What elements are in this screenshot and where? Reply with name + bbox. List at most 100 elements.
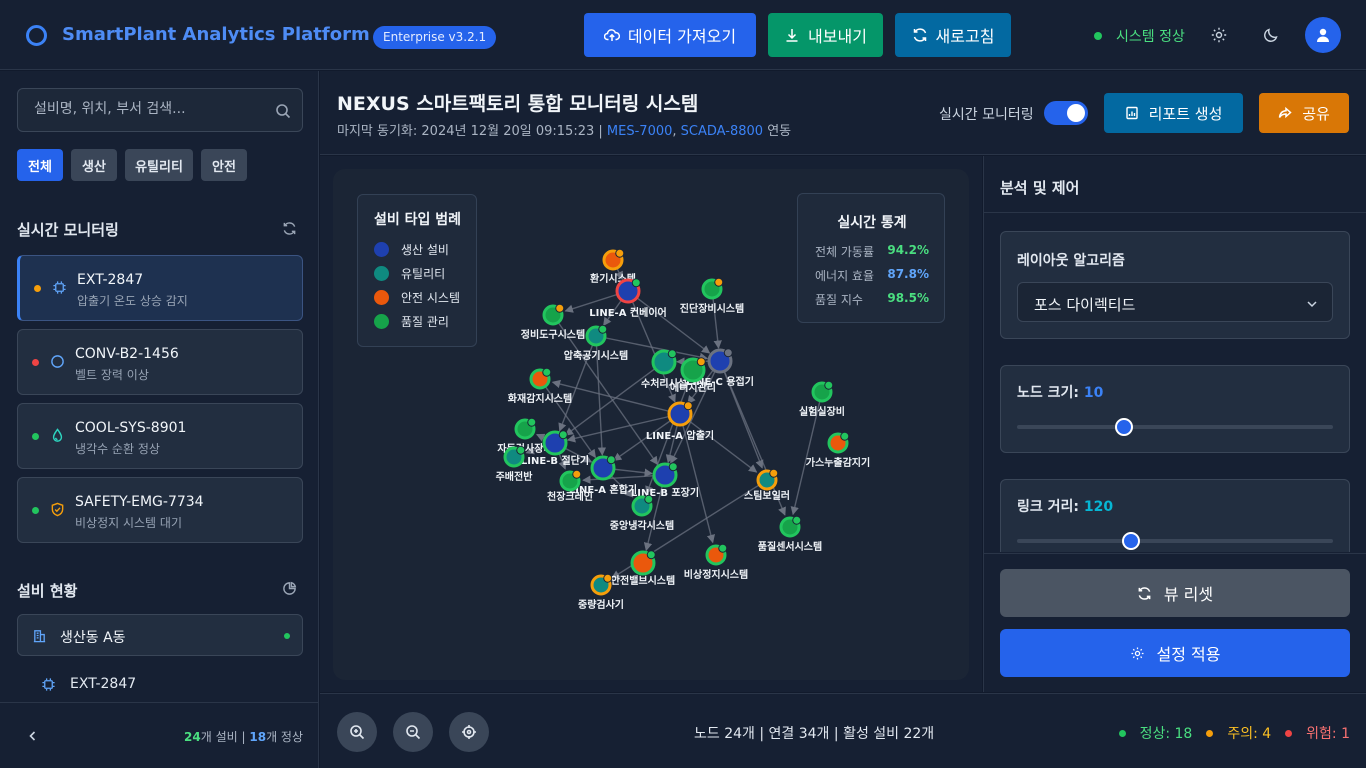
center-view-button[interactable] [449,712,489,752]
filter-chip-all[interactable]: 전체 [17,149,63,181]
stat-row: 품질 지수 98.5% [815,291,929,308]
legend-swatch [374,242,389,257]
total-unit: 개 설비 [200,730,238,744]
pie-chart-icon[interactable] [282,581,297,596]
share-icon [1278,106,1292,119]
refresh-button[interactable]: 새로고침 [895,13,1011,57]
alert-name: COOL-SYS-8901 [75,420,187,436]
node-status-badge [615,248,625,258]
facility-item[interactable]: EXT-2847 [17,671,303,699]
graph-node[interactable]: 중앙냉각시스템 [610,494,674,532]
filter-chip-utility[interactable]: 유틸리티 [125,149,193,181]
avatar[interactable] [1305,17,1341,53]
export-button[interactable]: 내보내기 [768,13,883,57]
graph-node[interactable]: 가스누출감지기 [806,431,870,469]
facility-group[interactable]: 생산동 A동 [17,614,303,656]
stat-label: 품질 지수 [815,293,863,307]
status-dot [32,359,39,366]
node-status-badge [555,303,565,313]
control-panel: 분석 및 제어 레이아웃 알고리즘 포스 다이렉티드 노드 크기: 10 링크 … [983,156,1366,692]
status-dot [32,433,39,440]
active-count: 활성 설비 22개 [843,726,935,742]
scada-link[interactable]: SCADA-8800 [681,124,763,139]
zoom-in-icon [350,725,365,740]
layout-label: 레이아웃 알고리즘 [1017,253,1125,269]
sync-icon[interactable] [282,221,297,236]
alert-card[interactable]: SAFETY-EMG-7734 비상정지 시스템 대기 [17,477,303,543]
refresh-label[interactable]: 새로고침 [936,23,995,47]
graph-node[interactable]: LINE-B 포장기 [631,462,699,499]
logo-icon [26,25,47,46]
zoom-out-button[interactable] [393,712,433,752]
sync-separator: | [598,124,603,139]
shield-icon [51,502,64,517]
graph-node[interactable]: 비상정지시스템 [684,543,748,581]
droplet-icon [52,428,63,442]
mes-link[interactable]: MES-7000 [607,124,672,139]
link-distance-slider-thumb[interactable] [1121,532,1140,550]
export-label: 내보내기 [808,27,867,46]
realtime-toggle[interactable] [1044,101,1088,125]
apply-settings-button[interactable]: 설정 적용 [1000,629,1350,677]
gear-icon[interactable] [1210,26,1228,44]
equipment-title: 설비 현황 [17,582,78,600]
report-label: 리포트 생성 [1148,104,1223,123]
node-status-badge [598,324,608,334]
network-canvas[interactable]: 환기시스템 LINE-A 컨베이어 진단장비시스템 정비도구시스템 압축공기시스템 LIN… [333,169,969,680]
graph-node[interactable]: 진단장비시스템 [680,277,744,315]
alert-card[interactable]: COOL-SYS-8901 냉각수 순환 정상 [17,403,303,469]
stat-label: 전체 가동률 [815,245,875,259]
node-label: 가스누출감지기 [806,456,870,469]
node-status-badge [558,430,568,440]
stat-value: 94.2% [887,243,929,257]
graph-node[interactable]: 화재감지시스템 [508,367,572,405]
node-label: 에너지관리 [670,381,716,394]
alert-card[interactable]: EXT-2847 압출기 온도 상승 감지 [17,255,303,321]
search-input[interactable] [34,101,264,117]
link-distance-label-text: 링크 거리: [1017,499,1079,515]
node-status-badge [683,401,693,411]
summary-separator: | [759,726,765,742]
moon-icon[interactable] [1262,26,1280,44]
reset-view-button[interactable]: 뷰 리셋 [1000,569,1350,617]
graph-node[interactable]: 안전밸브시스템 [611,550,675,587]
import-data-button[interactable]: 데이터 가져오기 [584,13,756,57]
graph-link [679,413,758,473]
node-status-badge [516,445,526,455]
search-box[interactable] [17,88,303,132]
chevron-left-icon[interactable] [27,730,39,742]
alert-card[interactable]: CONV-B2-1456 벨트 장력 이상 [17,329,303,395]
link-distance-card: 링크 거리: 120 [1000,479,1350,552]
graph-node[interactable]: 스팀보일러 [744,468,790,502]
graph-node[interactable]: 실험실장비 [799,380,845,418]
panel-scroll-area[interactable]: 레이아웃 알고리즘 포스 다이렉티드 노드 크기: 10 링크 거리: 120 [984,212,1366,552]
system-status: 시스템 정상 [1094,26,1185,46]
alert-name: CONV-B2-1456 [75,346,179,362]
graph-footer: 노드 24개 | 연결 34개 | 활성 설비 22개 정상: 18 주의: 4… [320,693,1366,768]
top-header: SmartPlant Analytics Platform Enterprise… [0,0,1366,70]
normal-status: 정상: 18 [1139,726,1193,742]
search-icon[interactable] [275,103,291,119]
node-size-slider[interactable] [1017,418,1333,436]
filter-chip-safety[interactable]: 안전 [201,149,247,181]
link-distance-slider[interactable] [1017,532,1333,550]
legend-item: 유틸리티 [374,265,445,282]
legend-label: 생산 설비 [401,243,449,257]
node-label: 안전밸브시스템 [611,574,675,587]
graph-node[interactable]: 정비도구시스템 [521,303,585,341]
layout-select[interactable]: 포스 다이렉티드 [1017,282,1333,322]
total-count: 24 [184,730,201,744]
download-icon [786,29,798,42]
zoom-in-button[interactable] [337,712,377,752]
filter-chip-production[interactable]: 생산 [71,149,117,181]
node-size-slider-thumb[interactable] [1115,418,1134,436]
app-title: SmartPlant Analytics Platform [62,24,370,45]
node-status-badge [542,367,552,377]
node-label: 실험실장비 [799,405,845,418]
graph-node[interactable]: 품질센서시스템 [758,515,822,553]
node-label: 중앙냉각시스템 [610,519,674,532]
generate-report-button[interactable]: 리포트 생성 [1104,93,1243,133]
node-status-badge [718,543,728,553]
node-label: 진단장비시스템 [680,302,744,315]
share-button[interactable]: 공유 [1259,93,1349,133]
